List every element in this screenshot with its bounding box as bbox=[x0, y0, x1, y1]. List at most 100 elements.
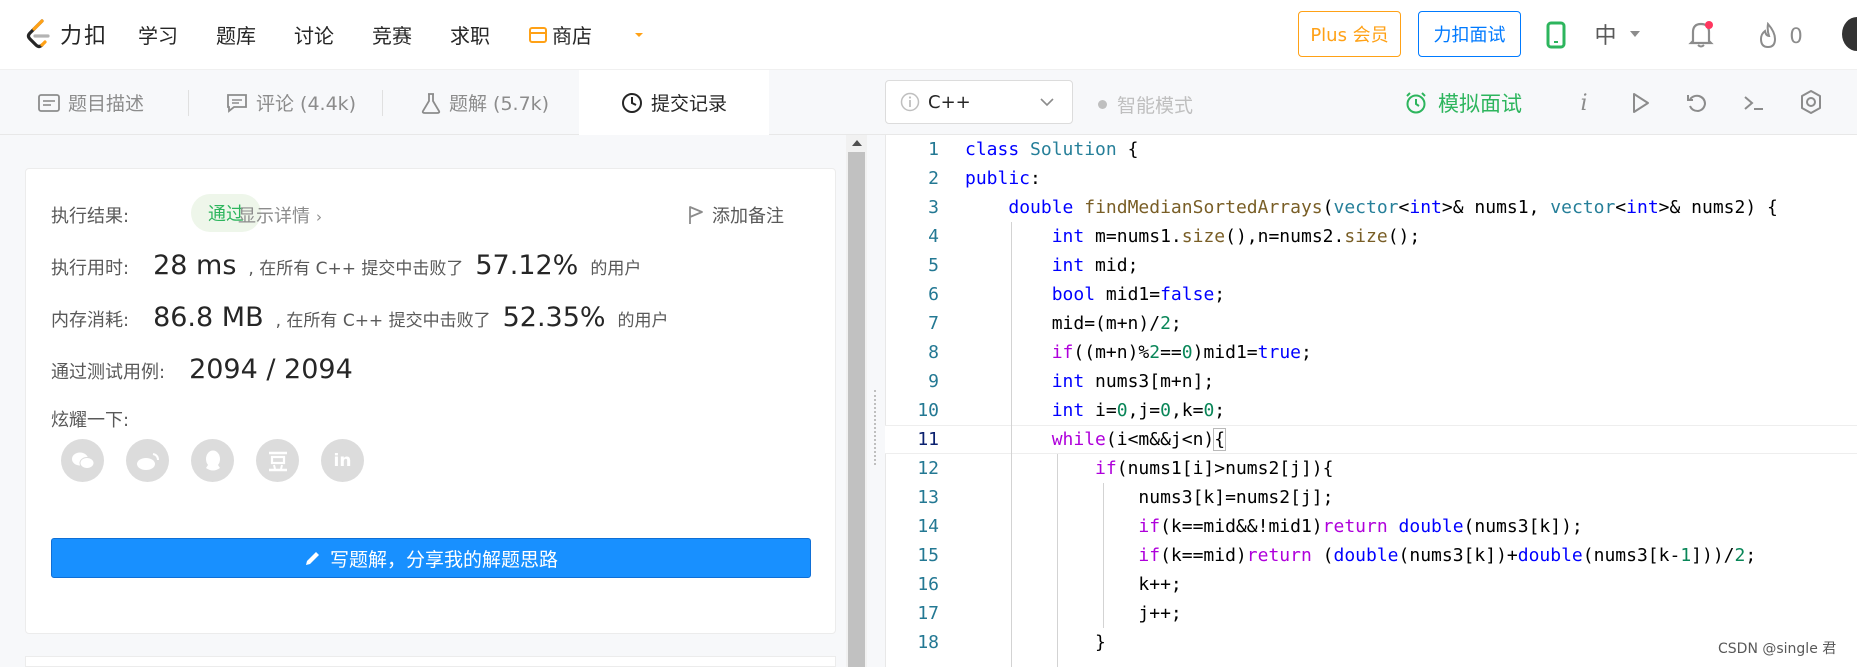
nav-item-jobs[interactable]: 求职 bbox=[450, 20, 490, 49]
add-note-label: 添加备注 bbox=[712, 206, 784, 227]
main-nav: 学习 题库 讨论 竞赛 求职 商店 bbox=[138, 20, 682, 49]
tab-comments[interactable]: 评论 (4.4k) bbox=[226, 70, 376, 135]
weibo-icon[interactable] bbox=[126, 439, 169, 482]
result-row: 执行结果: bbox=[51, 202, 129, 228]
smart-mode-toggle[interactable]: 智能模式 bbox=[1098, 91, 1193, 118]
indent-guide bbox=[1011, 222, 1012, 667]
indent-guide bbox=[1103, 483, 1104, 628]
line-number: 10 bbox=[917, 400, 939, 421]
runtime-value: 28 ms bbox=[153, 250, 237, 281]
code-line: 10 int i=0,j=0,k=0; bbox=[885, 396, 1857, 425]
flask-icon bbox=[421, 92, 441, 114]
mock-interview-button[interactable]: 模拟面试 bbox=[1404, 88, 1522, 118]
fire-icon bbox=[1760, 22, 1777, 49]
code-line: 18 } bbox=[885, 628, 1857, 657]
code-line: 17 j++; bbox=[885, 599, 1857, 628]
info-italic-icon[interactable]: i bbox=[1574, 90, 1594, 116]
runtime-compare-text: , 在所有 C++ 提交中击败了 bbox=[248, 259, 464, 279]
language-value: C++ bbox=[928, 91, 971, 113]
splitter-handle[interactable] bbox=[874, 390, 877, 465]
memory-row: 内存消耗: 86.8 MB , 在所有 C++ 提交中击败了 52.35% 的用… bbox=[51, 302, 669, 333]
write-solution-button[interactable]: 写题解，分享我的解题思路 bbox=[51, 538, 811, 578]
code-line: 7 mid=(m+n)/2; bbox=[885, 309, 1857, 338]
settings-icon[interactable] bbox=[1797, 88, 1825, 116]
language-label: 中 bbox=[1594, 24, 1617, 49]
line-number: 2 bbox=[928, 168, 939, 189]
bell-icon[interactable] bbox=[1685, 18, 1717, 50]
console-icon[interactable] bbox=[1741, 90, 1767, 116]
language-select[interactable]: C++ bbox=[885, 80, 1073, 124]
code-line: 13 nums3[k]=nums2[j]; bbox=[885, 483, 1857, 512]
qq-icon[interactable] bbox=[191, 439, 234, 482]
nav-item-discuss[interactable]: 讨论 bbox=[294, 20, 334, 49]
line-number: 13 bbox=[917, 487, 939, 508]
tab-divider bbox=[188, 90, 189, 116]
line-number: 3 bbox=[928, 197, 939, 218]
leetcode-interview-button[interactable]: 力扣面试 bbox=[1418, 11, 1521, 57]
tab-divider bbox=[382, 90, 383, 116]
run-icon[interactable] bbox=[1628, 90, 1654, 116]
line-number: 6 bbox=[928, 284, 939, 305]
chevron-right-icon: › bbox=[316, 208, 322, 226]
scroll-up-icon[interactable] bbox=[851, 139, 863, 147]
line-number: 17 bbox=[917, 603, 939, 624]
tab-description[interactable]: 题目描述 bbox=[38, 70, 186, 135]
memory-value: 86.8 MB bbox=[153, 302, 264, 333]
code-line: 14 if(k==mid&&!mid1)return double(nums3[… bbox=[885, 512, 1857, 541]
code-line: 3 double findMedianSortedArrays(vector<i… bbox=[885, 193, 1857, 222]
tab-label: 题目描述 bbox=[68, 93, 145, 115]
write-solution-label: 写题解，分享我的解题思路 bbox=[329, 548, 558, 571]
tab-submissions[interactable]: 提交记录 bbox=[579, 70, 769, 135]
line-number: 14 bbox=[917, 516, 939, 537]
code-line: 4 int m=nums1.size(),n=nums2.size(); bbox=[885, 222, 1857, 251]
runtime-users-text: 的用户 bbox=[590, 259, 642, 279]
line-number: 16 bbox=[917, 574, 939, 595]
runtime-row: 执行用时: 28 ms , 在所有 C++ 提交中击败了 57.12% 的用户 bbox=[51, 250, 641, 281]
tab-label: 评论 (4.4k) bbox=[256, 93, 357, 115]
result-label: 执行结果: bbox=[51, 206, 130, 227]
tab-label: 提交记录 bbox=[650, 93, 727, 115]
add-note-button[interactable]: 添加备注 bbox=[688, 202, 784, 228]
tests-row: 通过测试用例: 2094 / 2094 bbox=[51, 354, 365, 385]
line-number: 11 bbox=[917, 429, 939, 450]
plus-membership-button[interactable]: Plus 会员 bbox=[1298, 11, 1401, 57]
logo[interactable]: 力扣 bbox=[24, 18, 108, 50]
code-line: 16 k++; bbox=[885, 570, 1857, 599]
tests-value: 2094 / 2094 bbox=[189, 354, 353, 385]
linkedin-icon[interactable]: in bbox=[321, 439, 364, 482]
language-switch[interactable]: 中 bbox=[1590, 18, 1645, 50]
line-number: 9 bbox=[928, 371, 939, 392]
nav-item-learn[interactable]: 学习 bbox=[138, 20, 178, 49]
info-icon bbox=[900, 92, 920, 112]
points-count: 0 bbox=[1789, 24, 1803, 48]
code-line-active: 11 while(i<m&&j<n){ bbox=[885, 425, 1857, 454]
nav-item-store[interactable]: 商店 bbox=[528, 20, 644, 49]
line-number: 12 bbox=[917, 458, 939, 479]
mobile-app-icon[interactable] bbox=[1543, 20, 1569, 50]
caret-down-icon bbox=[1629, 31, 1640, 37]
line-number: 15 bbox=[917, 545, 939, 566]
pencil-icon bbox=[305, 552, 319, 565]
clock-icon bbox=[621, 92, 642, 113]
nav-item-problems[interactable]: 题库 bbox=[216, 20, 256, 49]
tab-solutions[interactable]: 题解 (5.7k) bbox=[421, 70, 561, 135]
points-display[interactable]: 0 bbox=[1752, 20, 1808, 52]
runtime-percentile: 57.12% bbox=[475, 250, 579, 281]
code-line: 2 public: bbox=[885, 164, 1857, 193]
memory-compare-text: , 在所有 C++ 提交中击败了 bbox=[275, 311, 491, 331]
runtime-label: 执行用时: bbox=[51, 258, 130, 279]
reset-icon[interactable] bbox=[1684, 90, 1710, 116]
show-details-link[interactable]: 显示详情 › bbox=[238, 202, 322, 228]
alarm-clock-icon bbox=[1406, 92, 1426, 114]
mock-interview-label: 模拟面试 bbox=[1438, 92, 1522, 116]
logo-text: 力扣 bbox=[60, 24, 109, 49]
share-label: 炫耀一下: bbox=[51, 410, 130, 431]
memory-percentile: 52.35% bbox=[502, 302, 606, 333]
code-line: 9 int nums3[m+n]; bbox=[885, 367, 1857, 396]
left-scrollbar-thumb[interactable] bbox=[848, 152, 865, 667]
nav-item-contest[interactable]: 竞赛 bbox=[372, 20, 412, 49]
chevron-down-icon bbox=[1040, 97, 1054, 106]
tests-label: 通过测试用例: bbox=[51, 362, 166, 383]
wechat-icon[interactable] bbox=[61, 439, 104, 482]
douban-icon[interactable] bbox=[256, 439, 299, 482]
